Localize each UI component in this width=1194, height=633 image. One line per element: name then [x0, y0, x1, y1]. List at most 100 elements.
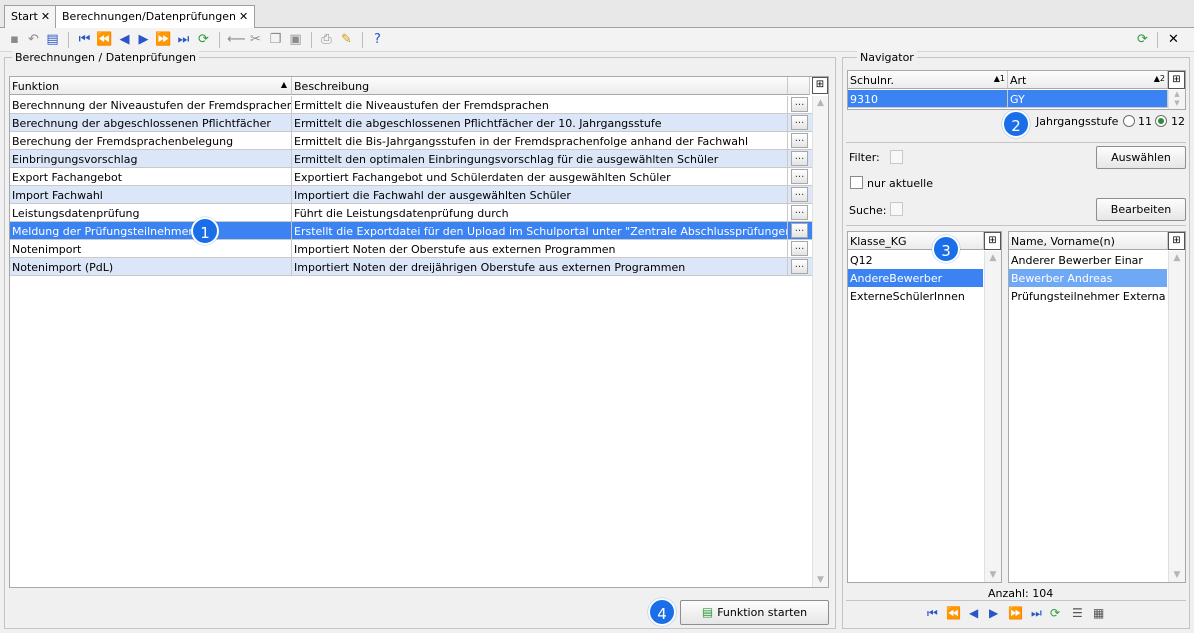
clear-icon[interactable]: ✎: [338, 31, 355, 48]
column-header-funktion[interactable]: Funktion ▲: [10, 77, 292, 95]
table-view-icon[interactable]: ▦: [1093, 606, 1104, 620]
scroll-up-icon[interactable]: ▲: [985, 253, 1001, 263]
list-item[interactable]: Bewerber Andreas: [1009, 269, 1167, 287]
sync-icon[interactable]: ⟳: [1134, 31, 1151, 48]
bearbeiten-button[interactable]: Bearbeiten: [1096, 198, 1186, 221]
close-window-icon[interactable]: ✕: [1165, 31, 1182, 48]
school-row[interactable]: 9310 GY: [848, 90, 1168, 108]
next-record-icon[interactable]: ▶: [135, 31, 152, 48]
table-row[interactable]: Leistungsdatenprüfung Führt die Leistungs…: [10, 204, 812, 222]
save-icon[interactable]: ▪: [6, 31, 23, 48]
auswaehlen-button[interactable]: Auswählen: [1096, 146, 1186, 169]
list-item[interactable]: ExterneSchülerInnen: [848, 287, 983, 305]
row-details-button[interactable]: ...: [791, 151, 808, 166]
column-chooser-icon[interactable]: ⊞: [1168, 71, 1185, 89]
prev-page-icon[interactable]: ⏪: [96, 31, 113, 48]
table-row[interactable]: Notenimport (PdL) Importiert Noten der dr…: [10, 258, 812, 276]
jahrgang-12-label: 12: [1171, 115, 1185, 128]
row-details-button[interactable]: ...: [791, 223, 808, 238]
function-grid: Funktion ▲ Beschreibung ⊞ Berechnnung der…: [9, 76, 829, 588]
first-record-icon[interactable]: ⏮: [927, 606, 938, 621]
tab-berechnungen[interactable]: Berechnungen/Datenprüfungen ✕: [55, 5, 256, 29]
new-record-icon[interactable]: ▤: [44, 31, 61, 48]
prev-record-icon[interactable]: ◀: [969, 606, 978, 620]
list-item[interactable]: Anderer Bewerber Einar: [1009, 251, 1167, 269]
undo-icon[interactable]: ↶: [25, 31, 42, 48]
tab-start[interactable]: Start ✕: [4, 5, 58, 28]
klasse-grid: Klasse_KG ⊞ Q12 AndereBewerber ExterneSchü…: [847, 231, 1002, 583]
next-page-icon[interactable]: ⏩: [155, 31, 172, 48]
row-details-button[interactable]: ...: [791, 259, 808, 274]
table-row[interactable]: Einbringungsvorschlag Ermittelt den optim…: [10, 150, 812, 168]
callout-1: 1: [191, 217, 219, 245]
scroll-up-icon[interactable]: ▲: [1169, 90, 1185, 98]
list-view-icon[interactable]: ☰: [1072, 606, 1083, 620]
grid-scrollbar[interactable]: ▲ ▼: [812, 96, 828, 587]
scroll-down-icon[interactable]: ▼: [1169, 99, 1185, 107]
close-icon[interactable]: ✕: [239, 10, 248, 23]
paste-icon[interactable]: ▣: [287, 31, 304, 48]
refresh-icon[interactable]: ⟳: [1050, 606, 1060, 620]
cut-icon[interactable]: ✂: [247, 31, 264, 48]
copy-icon[interactable]: ❐: [267, 31, 284, 48]
list-item[interactable]: Q12: [848, 251, 983, 269]
list-item[interactable]: Prüfungsteilnehmer Externa: [1009, 287, 1167, 305]
row-details-button[interactable]: ...: [791, 97, 808, 112]
next-page-icon[interactable]: ⏩: [1008, 606, 1023, 620]
scroll-up-icon[interactable]: ▲: [813, 98, 828, 108]
filter-label: Filter:: [849, 151, 880, 164]
table-row[interactable]: Berechung der Fremdsprachenbelegung Ermit…: [10, 132, 812, 150]
first-record-icon[interactable]: ⏮: [76, 31, 93, 48]
table-row[interactable]: Import Fachwahl Importiert die Fachwahl d…: [10, 186, 812, 204]
row-details-button[interactable]: ...: [791, 133, 808, 148]
row-details-button[interactable]: ...: [791, 115, 808, 130]
last-record-icon[interactable]: ⏭: [1031, 606, 1042, 621]
jahrgang-radio-12[interactable]: [1155, 115, 1167, 127]
next-record-icon[interactable]: ▶: [989, 606, 998, 620]
klasse-scrollbar[interactable]: ▲ ▼: [984, 251, 1001, 582]
row-details-button[interactable]: ...: [791, 187, 808, 202]
column-header-name[interactable]: Name, Vorname(n): [1009, 232, 1168, 250]
scroll-down-icon[interactable]: ▼: [1169, 570, 1185, 580]
jahrgang-radio-11[interactable]: [1123, 115, 1135, 127]
prev-record-icon[interactable]: ◀: [116, 31, 133, 48]
delete-icon[interactable]: ⟵: [227, 31, 246, 48]
cell-beschreibung: Ermittelt die abgeschlossenen Pflichtfäc…: [292, 114, 788, 131]
print-icon[interactable]: ⎙: [318, 31, 335, 48]
sort-up-icon: ▲: [280, 80, 287, 89]
divider: [846, 225, 1186, 226]
cell-beschreibung: Exportiert Fachangebot und Schülerdaten …: [292, 168, 788, 185]
row-details-button[interactable]: ...: [791, 241, 808, 256]
divider: [846, 600, 1186, 601]
last-record-icon[interactable]: ⏭: [175, 31, 192, 48]
table-row[interactable]: Berechnnung der Niveaustufen der Fremdsp…: [10, 96, 812, 114]
table-row[interactable]: Notenimport Importiert Noten der Oberstuf…: [10, 240, 812, 258]
help-icon[interactable]: ?: [369, 31, 386, 48]
column-chooser-icon[interactable]: ⊞: [984, 232, 1001, 250]
suche-field[interactable]: [890, 202, 903, 216]
scroll-up-icon[interactable]: ▲: [1169, 253, 1185, 263]
close-icon[interactable]: ✕: [41, 10, 50, 23]
table-row[interactable]: Berechnung der abgeschlossenen Pflichtfä…: [10, 114, 812, 132]
table-row[interactable]: Meldung der Prüfungsteilnehmer Erstellt d…: [10, 222, 812, 240]
scroll-down-icon[interactable]: ▼: [813, 575, 828, 585]
scroll-down-icon[interactable]: ▼: [985, 570, 1001, 580]
column-chooser-icon[interactable]: ⊞: [812, 77, 828, 94]
column-header-art[interactable]: Art ▲2: [1008, 71, 1168, 89]
column-header-klasse[interactable]: Klasse_KG: [848, 232, 984, 250]
names-grid: Name, Vorname(n) ⊞ Anderer Bewerber Eina…: [1008, 231, 1186, 583]
column-header-beschreibung[interactable]: Beschreibung: [292, 77, 788, 95]
list-item[interactable]: AndereBewerber: [848, 269, 983, 287]
school-scrollbar[interactable]: ▲ ▼: [1168, 90, 1185, 109]
names-scrollbar[interactable]: ▲ ▼: [1168, 251, 1185, 582]
column-header-schulnr[interactable]: Schulnr. ▲1: [848, 71, 1008, 89]
filter-field[interactable]: [890, 150, 903, 164]
prev-page-icon[interactable]: ⏪: [946, 606, 961, 620]
row-details-button[interactable]: ...: [791, 205, 808, 220]
refresh-icon[interactable]: ⟳: [195, 31, 212, 48]
column-chooser-icon[interactable]: ⊞: [1168, 232, 1185, 250]
nur-aktuelle-checkbox[interactable]: [850, 176, 863, 189]
table-row[interactable]: Export Fachangebot Exportiert Fachangebot…: [10, 168, 812, 186]
row-details-button[interactable]: ...: [791, 169, 808, 184]
funktion-starten-button[interactable]: ▤ Funktion starten: [680, 600, 829, 625]
